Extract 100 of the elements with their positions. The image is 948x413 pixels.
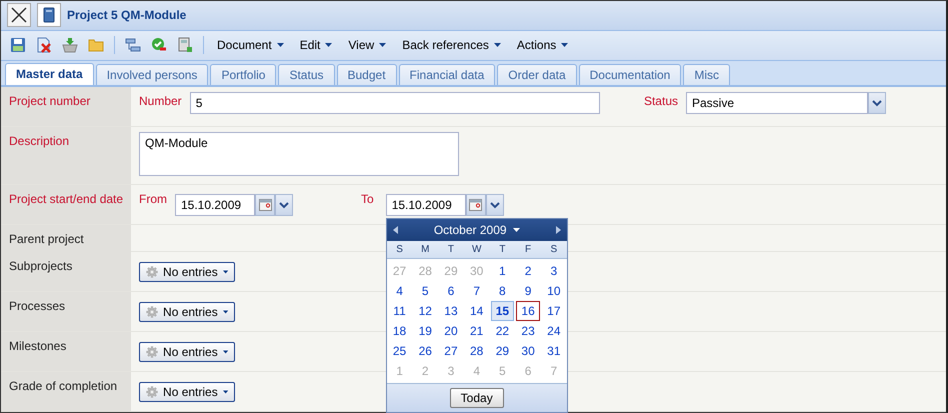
- gear-icon: [146, 264, 158, 280]
- calendar-icon[interactable]: [258, 199, 272, 211]
- toolbar-menu[interactable]: Actions: [510, 35, 574, 56]
- dropdown-button[interactable]: [868, 92, 886, 114]
- field-label: Subprojects: [1, 252, 131, 291]
- dropdown-button[interactable]: [486, 194, 504, 216]
- calendar-day[interactable]: 25: [388, 341, 412, 361]
- field-label: Parent project: [1, 225, 131, 253]
- toolbar-menu[interactable]: Document: [211, 35, 290, 56]
- calendar-day[interactable]: 28: [464, 341, 489, 361]
- caret-icon: [222, 310, 228, 314]
- calendar-day[interactable]: 21: [464, 321, 489, 341]
- calendar-day[interactable]: 1: [490, 261, 514, 281]
- caret-icon: [561, 43, 568, 48]
- caret-icon: [276, 43, 284, 48]
- calendar-day[interactable]: 10: [542, 281, 566, 301]
- calendar-day[interactable]: 24: [542, 321, 566, 341]
- field-label: To: [361, 191, 374, 206]
- weekday-label: F: [515, 241, 541, 259]
- calendar-day[interactable]: 8: [490, 281, 514, 301]
- field-label: Grade of completion: [1, 372, 131, 411]
- calendar-day[interactable]: 18: [388, 321, 412, 341]
- caret-icon: [222, 390, 228, 394]
- calendar-day[interactable]: 4: [388, 281, 412, 301]
- weekday-label: M: [412, 241, 438, 259]
- calendar-day[interactable]: 9: [516, 281, 540, 301]
- tab[interactable]: Status: [278, 64, 334, 85]
- field-label: Status: [644, 93, 678, 108]
- close-button[interactable]: [7, 3, 31, 28]
- field-label: Project number: [1, 87, 131, 126]
- tab[interactable]: Financial data: [398, 64, 496, 85]
- caret-icon: [325, 43, 332, 48]
- no-entries-button[interactable]: No entries: [139, 302, 235, 322]
- toolbar-menu[interactable]: Edit: [294, 35, 338, 56]
- weekday-label: S: [540, 241, 567, 259]
- tab[interactable]: Order data: [497, 64, 577, 85]
- field-label: Description: [1, 127, 131, 184]
- toolbar-menu[interactable]: View: [342, 35, 392, 56]
- chevron-icon: [279, 202, 289, 208]
- tab[interactable]: Misc: [683, 64, 730, 85]
- calendar-icon[interactable]: [469, 199, 482, 211]
- gear-icon: [146, 304, 158, 320]
- calendar-day[interactable]: 14: [464, 301, 489, 321]
- weekday-label: W: [464, 241, 490, 259]
- calendar-day[interactable]: 12: [413, 301, 438, 321]
- no-entries-button[interactable]: No entries: [139, 382, 235, 402]
- caret-icon: [494, 43, 501, 48]
- weekday-label: S: [386, 241, 412, 259]
- book-icon: [37, 3, 61, 28]
- calendar-day[interactable]: 31: [542, 341, 566, 361]
- calendar-day[interactable]: 13: [439, 301, 463, 321]
- field-label: From: [139, 191, 167, 206]
- date-field[interactable]: 15.10.2009: [175, 194, 255, 216]
- field-label: Processes: [1, 292, 131, 331]
- window-title: Project 5 QM-Module: [67, 8, 186, 22]
- calendar-day[interactable]: 23: [516, 321, 540, 341]
- calendar-day[interactable]: 27: [439, 341, 463, 361]
- calendar-day[interactable]: 5: [413, 281, 438, 301]
- toolbar-menu[interactable]: Back references: [396, 35, 507, 56]
- calendar-day[interactable]: 22: [490, 321, 514, 341]
- calendar-day[interactable]: 29: [490, 341, 514, 361]
- tab[interactable]: Portfolio: [210, 64, 276, 85]
- today-button[interactable]: Today: [450, 388, 504, 408]
- no-entries-button[interactable]: No entries: [139, 342, 235, 362]
- status-dropdown[interactable]: Passive: [686, 92, 868, 114]
- caret-icon: [379, 43, 386, 48]
- calendar-day[interactable]: 15: [490, 301, 514, 321]
- calendar-day[interactable]: 19: [413, 321, 438, 341]
- field-label: Number: [139, 93, 182, 108]
- chevron-icon: [872, 100, 882, 106]
- description-field[interactable]: QM-Module: [139, 132, 459, 176]
- calendar-day[interactable]: 3: [542, 261, 566, 281]
- next-month-icon[interactable]: [556, 226, 561, 234]
- previous-month-icon[interactable]: [392, 226, 398, 234]
- tab[interactable]: Master data: [5, 63, 94, 85]
- caret-icon: [222, 350, 228, 354]
- field-label: Project start/end date: [1, 185, 131, 224]
- weekday-label: T: [438, 241, 464, 259]
- calendar-day[interactable]: 20: [439, 321, 463, 341]
- no-entries-button[interactable]: No entries: [139, 262, 235, 282]
- gear-icon: [146, 384, 158, 400]
- date-field[interactable]: 15.10.2009: [386, 194, 466, 216]
- calendar-day[interactable]: 11: [388, 301, 412, 321]
- caret-icon: [222, 270, 228, 274]
- tab[interactable]: Budget: [336, 64, 397, 85]
- dropdown-button[interactable]: [275, 194, 293, 216]
- calendar-day[interactable]: 26: [413, 341, 438, 361]
- calendar-day[interactable]: 17: [542, 301, 566, 321]
- weekday-label: T: [490, 241, 516, 259]
- caret-icon: [512, 228, 520, 232]
- field-label: Milestones: [1, 332, 131, 371]
- gear-icon: [146, 344, 158, 360]
- calendar-day[interactable]: 7: [464, 281, 489, 301]
- calendar-day[interactable]: 2: [516, 261, 540, 281]
- calendar-day[interactable]: 30: [516, 341, 540, 361]
- calendar-day[interactable]: 6: [439, 281, 463, 301]
- calendar-day[interactable]: 16: [516, 301, 540, 321]
- number-field[interactable]: 5: [190, 92, 600, 114]
- tab[interactable]: Involved persons: [96, 64, 208, 85]
- tab[interactable]: Documentation: [578, 64, 682, 85]
